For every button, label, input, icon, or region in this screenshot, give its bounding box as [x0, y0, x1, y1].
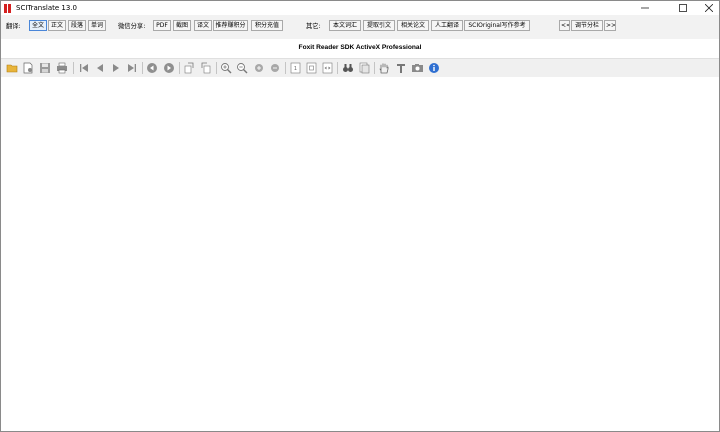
- forward-circle-icon: [164, 63, 174, 73]
- hand-icon: [379, 63, 389, 74]
- maximize-button[interactable]: [669, 1, 697, 15]
- minimize-icon: [641, 7, 649, 9]
- svg-text:1: 1: [293, 66, 296, 72]
- zoom-out-button[interactable]: [235, 61, 249, 75]
- snapshot-button[interactable]: [410, 61, 424, 75]
- vocabulary-button[interactable]: 本文词汇: [329, 20, 361, 31]
- rotate-left-button[interactable]: [182, 61, 196, 75]
- translate-label: 翻译:: [6, 23, 21, 30]
- toolbar-separator: [337, 62, 338, 74]
- mode-body-button[interactable]: 正文: [48, 20, 66, 31]
- sci-original-button[interactable]: SCIOriginal写作参考: [464, 20, 530, 31]
- hand-tool-button[interactable]: [377, 61, 391, 75]
- camera-icon: [411, 64, 423, 72]
- find-button[interactable]: [341, 61, 355, 75]
- rotate-right-button[interactable]: [199, 61, 213, 75]
- recommend-points-button[interactable]: 推荐赚积分: [213, 20, 248, 31]
- close-button[interactable]: [695, 1, 720, 15]
- previous-page-button[interactable]: [93, 61, 107, 75]
- go-back-button[interactable]: [145, 61, 159, 75]
- related-papers-button[interactable]: 相关论文: [397, 20, 429, 31]
- mode-full-text-button[interactable]: 全文: [29, 20, 47, 31]
- bookmark-panel-button[interactable]: [357, 61, 371, 75]
- back-circle-icon: [147, 63, 157, 73]
- first-page-icon: [80, 64, 88, 72]
- toolbar-separator: [73, 62, 74, 74]
- points-recharge-button[interactable]: 积分充值: [251, 20, 283, 31]
- title-bar[interactable]: SCITranslate 13.0: [1, 1, 719, 15]
- pdf-toolbar: 1: [1, 58, 719, 78]
- fit-width-icon: [322, 62, 332, 74]
- minimize-button[interactable]: [631, 1, 659, 15]
- panel-prev-button[interactable]: <<: [559, 20, 570, 31]
- close-icon: [705, 4, 713, 12]
- maximize-icon: [679, 4, 687, 12]
- window-title: SCITranslate 13.0: [16, 4, 77, 12]
- translation-toolbar: 翻译: 全文 正文 段落 单词 微信分享: PDF 截图 译文 推荐赚积分 积分…: [1, 15, 719, 39]
- next-page-icon: [113, 64, 119, 72]
- extract-citations-button[interactable]: 提取引文: [363, 20, 395, 31]
- viewer-title: Foxit Reader SDK ActiveX Professional: [298, 44, 422, 51]
- document-icon: [23, 62, 33, 74]
- plus-circle-icon: [255, 64, 263, 72]
- share-translation-button[interactable]: 译文: [194, 20, 212, 31]
- fit-page-button[interactable]: [304, 61, 318, 75]
- app-window: SCITranslate 13.0 翻译: 全文 正文 段落 单词 微信分享: …: [0, 0, 720, 432]
- other-label: 其它:: [306, 23, 321, 30]
- first-page-button[interactable]: [77, 61, 91, 75]
- binoculars-icon: [343, 64, 353, 72]
- toolbar-separator: [142, 62, 143, 74]
- share-screenshot-button[interactable]: 截图: [173, 20, 191, 31]
- zoom-in-icon: [221, 63, 232, 74]
- text-select-button[interactable]: [394, 61, 408, 75]
- save-icon: [40, 63, 50, 73]
- fit-page-icon: [306, 62, 316, 74]
- app-logo-icon: [4, 3, 12, 13]
- about-button[interactable]: [427, 61, 441, 75]
- info-icon: [429, 63, 439, 73]
- rotate-right-icon: [201, 62, 211, 74]
- zoom-minus-button[interactable]: [268, 61, 282, 75]
- go-forward-button[interactable]: [162, 61, 176, 75]
- toolbar-separator: [285, 62, 286, 74]
- folder-open-icon: [6, 64, 18, 73]
- save-button[interactable]: [38, 61, 52, 75]
- actual-size-button[interactable]: 1: [288, 61, 302, 75]
- toolbar-separator: [179, 62, 180, 74]
- text-tool-icon: [397, 64, 405, 73]
- zoom-out-icon: [237, 63, 248, 74]
- actual-size-icon: 1: [290, 62, 300, 74]
- panel-next-button[interactable]: >>: [604, 20, 616, 31]
- open-file-button[interactable]: [5, 61, 19, 75]
- print-button[interactable]: [55, 61, 69, 75]
- toolbar-separator: [216, 62, 217, 74]
- pages-icon: [359, 62, 370, 74]
- wechat-share-label: 微信分享:: [118, 23, 146, 30]
- previous-page-icon: [97, 64, 103, 72]
- document-view[interactable]: [1, 77, 719, 431]
- last-page-icon: [128, 64, 136, 72]
- zoom-in-button[interactable]: [219, 61, 233, 75]
- share-pdf-button[interactable]: PDF: [153, 20, 171, 31]
- zoom-plus-button[interactable]: [252, 61, 266, 75]
- rotate-left-icon: [184, 62, 194, 74]
- toolbar-separator: [374, 62, 375, 74]
- document-properties-button[interactable]: [21, 61, 35, 75]
- mode-word-button[interactable]: 单词: [88, 20, 106, 31]
- next-page-button[interactable]: [109, 61, 123, 75]
- printer-icon: [57, 62, 67, 74]
- mode-paragraph-button[interactable]: 段落: [68, 20, 86, 31]
- last-page-button[interactable]: [125, 61, 139, 75]
- minus-circle-icon: [271, 64, 279, 72]
- fit-width-button[interactable]: [320, 61, 334, 75]
- human-translation-button[interactable]: 人工翻译: [431, 20, 463, 31]
- adjust-columns-button[interactable]: 调节分栏: [571, 20, 603, 31]
